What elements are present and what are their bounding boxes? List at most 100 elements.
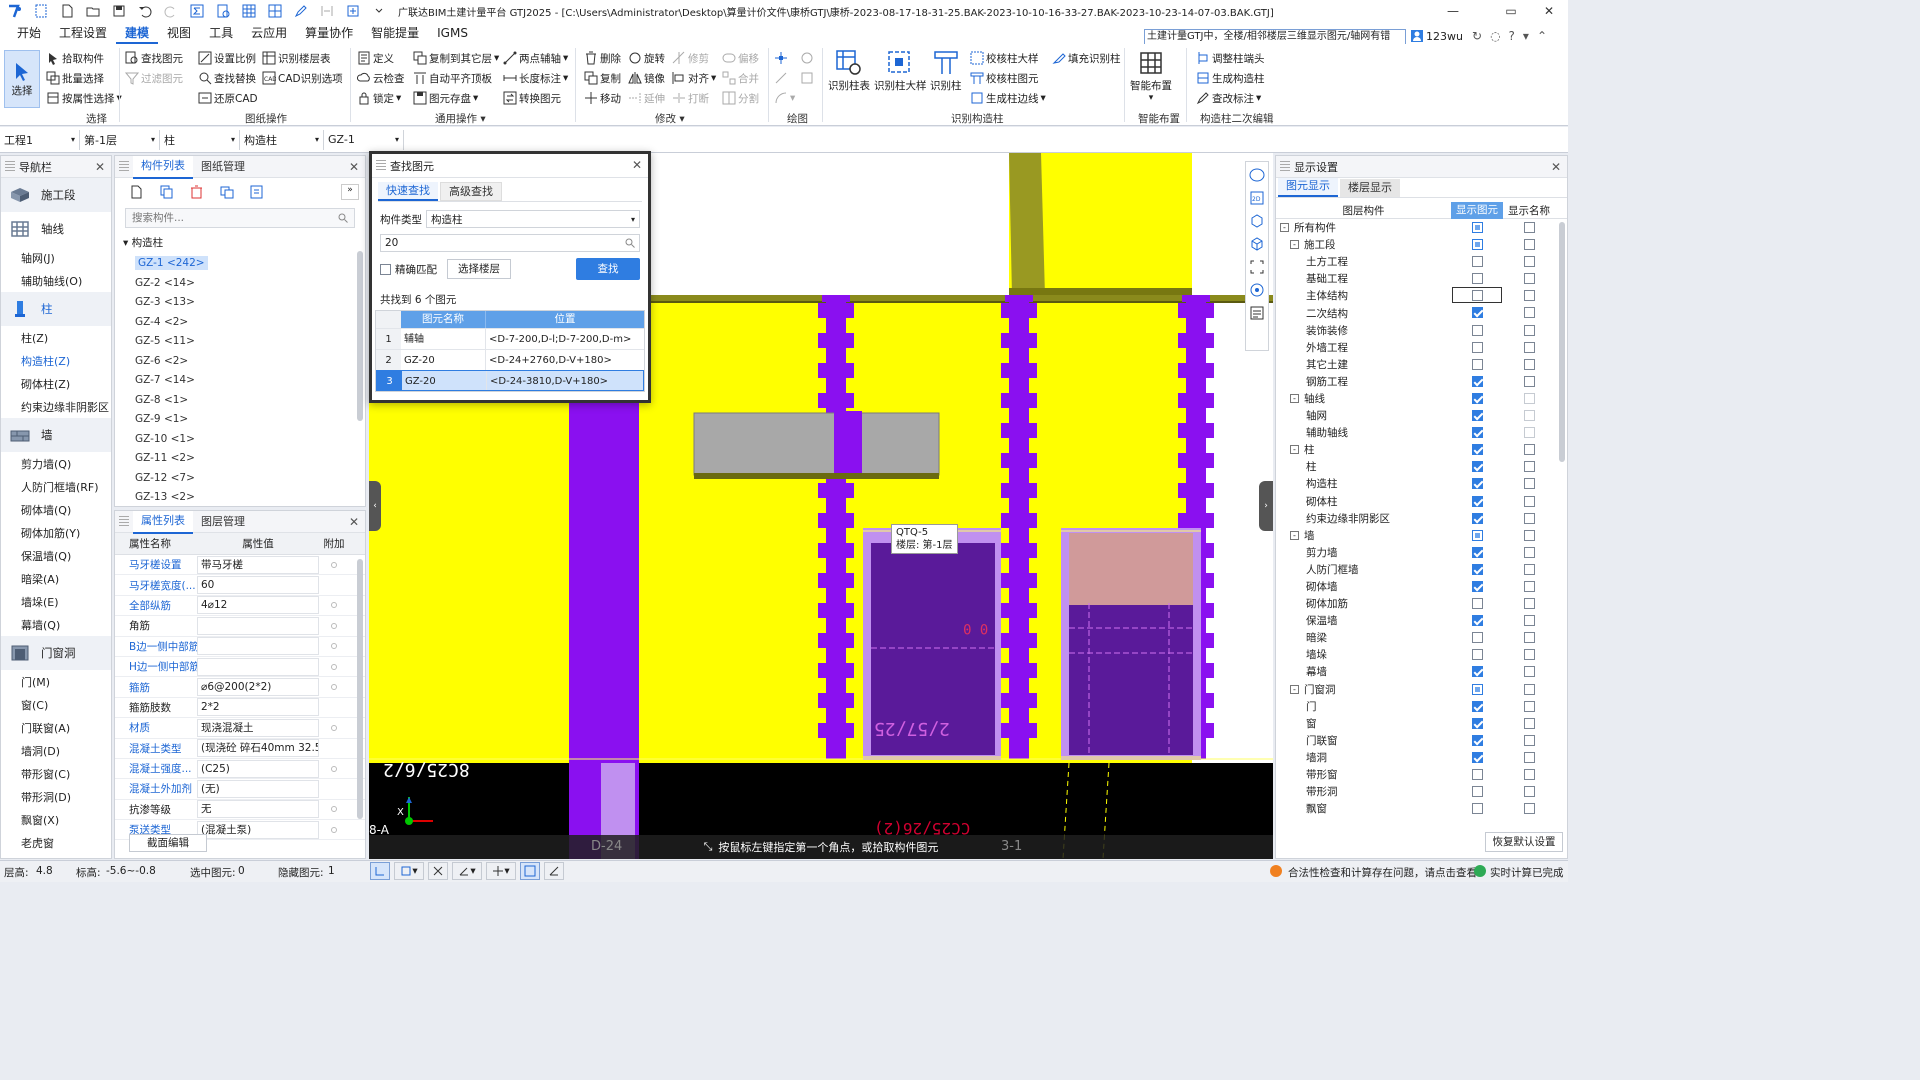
show-name-checkbox[interactable] (1524, 546, 1535, 558)
identify-column-button[interactable]: 识别柱 (930, 48, 962, 93)
auto-align-top-button[interactable]: 自动平齐顶板 (413, 69, 492, 87)
draw-rect-button[interactable] (800, 69, 814, 87)
menu-start[interactable]: 开始 (8, 22, 50, 44)
nav-item-wall-hole[interactable]: 墙洞(D) (1, 739, 111, 762)
draw-arc-button[interactable]: ▾ (774, 89, 795, 107)
property-extra-radio[interactable] (331, 643, 337, 650)
sort-component-icon[interactable] (249, 185, 265, 199)
menu-collab[interactable]: 算量协作 (296, 22, 362, 44)
show-element-checkbox[interactable] (1472, 649, 1483, 661)
right-collapse-handle[interactable]: › (1259, 481, 1273, 531)
menu-modeling[interactable]: 建模 (116, 22, 159, 44)
nav-item-bay-window[interactable]: 飘窗(X) (1, 808, 111, 831)
property-extra-radio[interactable] (331, 602, 337, 609)
trim-button[interactable]: 修剪 (672, 49, 709, 67)
lock-button[interactable]: 锁定 ▾ (357, 89, 401, 107)
pick-component-button[interactable]: 拾取构件 (46, 49, 104, 67)
mirror-button[interactable]: 镜像 (628, 69, 665, 87)
show-name-checkbox[interactable] (1524, 512, 1535, 524)
nav-item-strip-hole[interactable]: 带形洞(D) (1, 785, 111, 808)
component-list-item[interactable]: GZ-10 <1> (115, 430, 365, 450)
align-button[interactable]: 对齐 ▾ (672, 69, 716, 87)
nav-item-strip-window[interactable]: 带形窗(C) (1, 762, 111, 785)
undo-icon[interactable] (134, 2, 156, 20)
show-element-checkbox[interactable] (1472, 683, 1483, 695)
rotate-button[interactable]: 旋转 (628, 49, 665, 67)
tree-root[interactable]: ▾ 构造柱 (115, 232, 365, 254)
ortho-toggle-icon[interactable] (370, 862, 390, 880)
property-value[interactable]: (混凝土泵) (197, 820, 319, 839)
component-list-item[interactable]: GZ-7 <14> (115, 371, 365, 391)
tree-collapse-icon[interactable]: - (1290, 393, 1299, 403)
move-button[interactable]: 移动 (584, 89, 621, 107)
show-name-checkbox[interactable] (1524, 341, 1535, 353)
generate-column-edge-button[interactable]: 生成柱边线 ▾ (970, 89, 1046, 107)
snap-mode-icon[interactable]: ▾ (394, 862, 424, 880)
fill-identify-column-button[interactable]: 填充识别柱 (1052, 49, 1121, 67)
tab-component-list[interactable]: 构件列表 (133, 156, 193, 179)
show-name-checkbox[interactable] (1524, 290, 1535, 302)
angle-snap-icon[interactable]: ▾ (452, 862, 482, 880)
show-name-checkbox[interactable] (1524, 666, 1535, 678)
merge-button[interactable]: 合并 (722, 69, 759, 87)
check-column-detail-button[interactable]: 校核柱大样 (970, 49, 1039, 67)
view-cube-icon[interactable] (1249, 213, 1265, 229)
batch-select-button[interactable]: 批量选择 (46, 69, 104, 87)
view-2d-icon[interactable]: 2D (1249, 190, 1265, 206)
show-element-checkbox[interactable] (1472, 598, 1483, 610)
edit-icon[interactable] (290, 2, 312, 20)
show-element-checkbox[interactable] (1472, 786, 1483, 798)
settings-icon[interactable]: ▾ (1523, 29, 1529, 43)
show-element-checkbox[interactable] (1472, 546, 1483, 558)
element-select[interactable]: GZ-1 ▾ (324, 129, 404, 150)
check-column-element-button[interactable]: 校核柱图元 (970, 69, 1039, 87)
user-name[interactable]: 123wu (1426, 30, 1463, 43)
extend-button[interactable]: 延伸 (628, 89, 665, 107)
show-name-checkbox[interactable] (1524, 444, 1535, 456)
table-icon[interactable] (238, 2, 260, 20)
component-list-item[interactable]: GZ-9 <1> (115, 410, 365, 430)
menu-view[interactable]: 视图 (158, 22, 200, 44)
show-element-checkbox[interactable] (1472, 803, 1483, 815)
two-point-axis-button[interactable]: 两点辅轴 ▾ (503, 49, 568, 67)
nav-item-construct-column[interactable]: 构造柱(Z) (1, 349, 111, 372)
show-element-checkbox[interactable] (1472, 256, 1483, 268)
grid-check-icon[interactable] (264, 2, 286, 20)
menu-project-settings[interactable]: 工程设置 (50, 22, 116, 44)
dynamic-view-icon[interactable] (1249, 282, 1265, 298)
show-name-checkbox[interactable] (1524, 461, 1535, 473)
tree-collapse-icon[interactable]: - (1290, 684, 1299, 694)
show-name-checkbox[interactable] (1524, 717, 1535, 729)
exact-match-checkbox[interactable] (380, 263, 391, 275)
find-element-button[interactable]: 查找图元 (125, 49, 183, 67)
show-element-checkbox[interactable] (1472, 341, 1483, 353)
show-name-checkbox[interactable] (1524, 803, 1535, 815)
sync-icon[interactable]: ↻ (1472, 29, 1482, 43)
length-dim-button[interactable]: 长度标注 ▾ (503, 69, 568, 87)
show-name-checkbox[interactable] (1524, 410, 1535, 422)
copy-to-other-floor-button[interactable]: 复制到其它层 ▾ (413, 49, 499, 67)
identify-column-table-button[interactable]: 识别柱表 (828, 48, 870, 93)
fit-view-icon[interactable] (1249, 259, 1265, 275)
show-element-checkbox[interactable] (1472, 444, 1483, 456)
component-list-item[interactable]: GZ-6 <2> (115, 352, 365, 372)
nav-group-section[interactable]: 施工段 (1, 178, 111, 212)
show-element-checkbox[interactable] (1472, 461, 1483, 473)
copy-component-icon[interactable] (159, 185, 175, 199)
draw-rotate-point-button[interactable] (800, 49, 814, 67)
project-select[interactable]: 工程1 ▾ (0, 129, 80, 150)
show-name-checkbox[interactable] (1524, 529, 1535, 541)
split-button[interactable]: 分割 (722, 89, 759, 107)
nav-item-edge-zone[interactable]: 约束边缘非阴影区 (1, 395, 111, 418)
component-list-item[interactable]: GZ-1 <242> (115, 254, 365, 274)
menu-smart[interactable]: 智能提量 (362, 22, 428, 44)
property-value[interactable] (197, 616, 319, 635)
export-icon[interactable] (342, 2, 364, 20)
show-element-checkbox[interactable] (1472, 478, 1483, 490)
redo-icon[interactable] (160, 2, 182, 20)
show-name-checkbox[interactable] (1524, 358, 1535, 370)
find-button[interactable]: 查找 (576, 258, 640, 280)
offset-button[interactable]: 偏移 (722, 49, 759, 67)
property-value[interactable]: 60 (197, 576, 319, 595)
dropdown-arrow-icon[interactable] (368, 2, 390, 20)
